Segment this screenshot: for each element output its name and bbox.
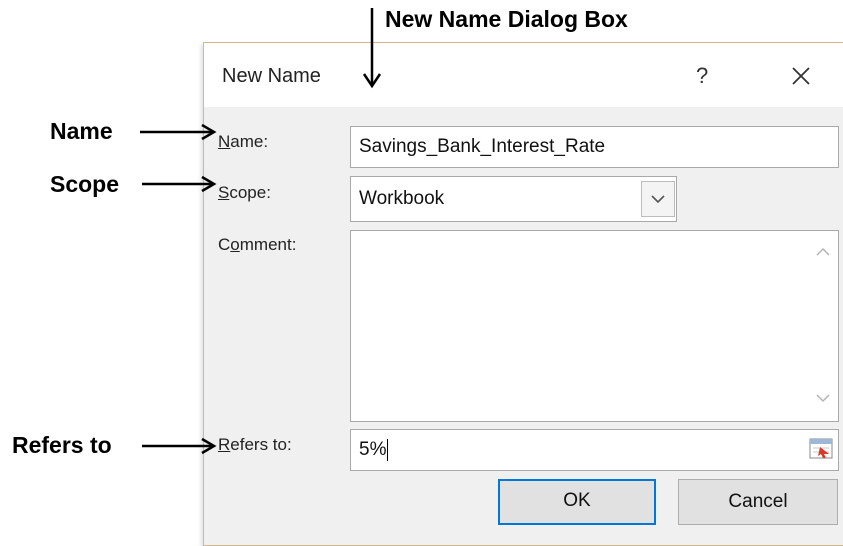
annotation-arrows: [140, 8, 382, 455]
